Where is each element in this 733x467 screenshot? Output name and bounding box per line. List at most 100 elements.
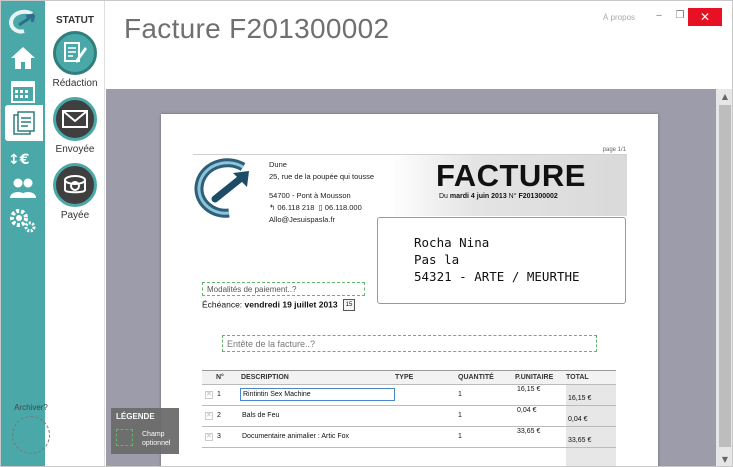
col-quantity: QUANTITÉ (458, 374, 494, 381)
legend-line-1: Champ (142, 431, 165, 438)
invoice-heading: FACTURE (436, 158, 586, 193)
table-row[interactable]: 2 Bals de Feu 1 0,04 € 0,04 € (202, 406, 616, 427)
recipient-line-3: 54321 - ARTE / MEURTHE (414, 269, 580, 284)
table-row[interactable]: 1 Rintintin Sex Machine 1 16,15 € 16,15 … (202, 385, 616, 406)
delete-row-icon[interactable] (205, 432, 213, 441)
archive-drop-target[interactable] (12, 416, 50, 454)
row-quantity[interactable]: 1 (458, 391, 462, 398)
scrollbar-thumb[interactable] (719, 105, 731, 447)
payment-terms-field[interactable]: Modalités de paiement..? (202, 282, 365, 296)
col-unit-price: P.UNITAIRE (515, 374, 554, 381)
company-street: 25, rue de la poupée qui tousse (269, 172, 375, 181)
restore-button[interactable]: ❐ (672, 9, 688, 23)
invoices-icon[interactable] (5, 105, 43, 141)
recipient-line-1: Rocha Nina (414, 235, 490, 250)
company-name: Dune (269, 160, 287, 169)
company-city: 54700 - Pont à Mousson (269, 191, 351, 200)
row-number: 2 (217, 412, 221, 419)
header: Facture F201300002 À propos ‒ ❐ ✕ (106, 1, 732, 89)
about-link[interactable]: À propos (603, 13, 635, 22)
company-email: Allo@Jesuispasla.fr (269, 215, 335, 224)
home-icon[interactable] (7, 43, 39, 73)
legend-line-2: optionnel (142, 440, 171, 447)
recipient-address-box[interactable]: Rocha Nina Pas la 54321 - ARTE / MEURTHE (377, 217, 626, 304)
company-block: Dune 25, rue de la poupée qui tousse 547… (269, 159, 374, 226)
row-description[interactable]: Bals de Feu (242, 412, 279, 419)
settings-icon[interactable] (7, 205, 39, 235)
calendar-picker-icon[interactable]: 15 (343, 299, 355, 311)
app-window: ↕€ STATUT Rédaction Envoyée Payée Archiv… (0, 0, 733, 467)
legend-panel: LÉGENDE Champ optionnel (111, 408, 179, 454)
row-unit-price[interactable]: 16,15 € (517, 386, 540, 393)
clients-icon[interactable] (7, 173, 39, 203)
payments-icon[interactable]: ↕€ (7, 141, 39, 171)
row-number: 3 (217, 433, 221, 440)
number-prefix: N° (508, 193, 517, 200)
row-total: 33,65 € (568, 437, 592, 444)
date-prefix: Du (439, 193, 448, 200)
scroll-down-icon[interactable]: ▼ (716, 453, 732, 466)
legend-item-label: Champ optionnel (142, 430, 170, 448)
row-description[interactable]: Documentaire animalier : Artic Fox (242, 433, 349, 440)
svg-text:↕€: ↕€ (8, 152, 29, 168)
app-logo-icon[interactable] (7, 7, 39, 37)
status-label: Rédaction (52, 78, 98, 89)
row-quantity[interactable]: 1 (458, 433, 462, 440)
optional-field-swatch (116, 429, 133, 446)
cash-icon (53, 163, 97, 207)
page-title: Facture F201300002 (124, 13, 390, 44)
delete-row-icon[interactable] (205, 390, 213, 399)
company-logo (193, 157, 257, 221)
company-fax: 06.118.000 (324, 203, 362, 212)
due-date-line: Échéance: vendredi 19 juillet 2013 15 (202, 299, 355, 311)
row-number: 1 (217, 391, 221, 398)
scroll-up-icon[interactable]: ▲ (716, 90, 732, 104)
invoice-page: page 1/1 Dune 25, rue de la poupée qui t… (161, 114, 658, 466)
col-description: DESCRIPTION (241, 374, 289, 381)
calendar-icon[interactable] (7, 77, 39, 107)
row-quantity[interactable]: 1 (458, 412, 462, 419)
due-label: Échéance: (202, 299, 243, 310)
table-row[interactable]: 3 Documentaire animalier : Artic Fox 1 3… (202, 427, 616, 448)
row-unit-price[interactable]: 0,04 € (517, 407, 536, 414)
status-panel: STATUT Rédaction Envoyée Payée (45, 1, 105, 466)
status-item-envoyee[interactable]: Envoyée (45, 97, 105, 155)
company-phone: 06.118 218 (277, 203, 315, 212)
status-label: Envoyée (55, 144, 95, 155)
description-input[interactable]: Rintintin Sex Machine (240, 388, 395, 401)
page-indicator: page 1/1 (602, 147, 626, 153)
col-number: N° (216, 374, 224, 381)
close-button[interactable]: ✕ (688, 8, 722, 26)
status-title: STATUT (56, 15, 94, 26)
archive-label: Archiver? (14, 403, 48, 412)
invoice-date: mardi 4 juin 2013 (449, 193, 507, 200)
due-date[interactable]: vendredi 19 juillet 2013 (245, 299, 338, 309)
company-phones: ↰ 06.118 218 ▯ 06.118.000 (269, 202, 374, 214)
pen-icon (53, 31, 97, 75)
sidebar-rail: ↕€ (1, 1, 45, 466)
table-row-empty[interactable] (202, 448, 616, 466)
status-item-payee[interactable]: Payée (45, 163, 105, 221)
col-total: TOTAL (566, 374, 589, 381)
vertical-scrollbar[interactable]: ▲ ▼ (716, 89, 732, 466)
row-total: 16,15 € (568, 395, 592, 402)
legend-title: LÉGENDE (116, 412, 155, 421)
delete-row-icon[interactable] (205, 411, 213, 420)
total-cell-bg (566, 448, 616, 466)
status-label: Payée (60, 210, 90, 221)
envelope-icon (53, 97, 97, 141)
row-total: 0,04 € (568, 416, 588, 423)
archive-toggle[interactable]: Archiver? (9, 403, 53, 454)
phone-icon: ↰ (269, 203, 276, 212)
line-items-table: N° DESCRIPTION TYPE QUANTITÉ P.UNITAIRE … (202, 370, 616, 466)
status-item-redaction[interactable]: Rédaction (45, 31, 105, 89)
recipient-line-2: Pas la (414, 252, 460, 267)
row-unit-price[interactable]: 33,65 € (517, 428, 540, 435)
invoice-number: F201300002 (518, 193, 558, 200)
invoice-header-field[interactable]: Entête de la facture..? (222, 335, 597, 352)
fax-icon: ▯ (316, 203, 323, 212)
col-type: TYPE (395, 374, 414, 381)
table-header: N° DESCRIPTION TYPE QUANTITÉ P.UNITAIRE … (202, 371, 616, 385)
invoice-date-number: Du mardi 4 juin 2013 N° F201300002 (439, 193, 558, 200)
minimize-button[interactable]: ‒ (651, 9, 667, 23)
